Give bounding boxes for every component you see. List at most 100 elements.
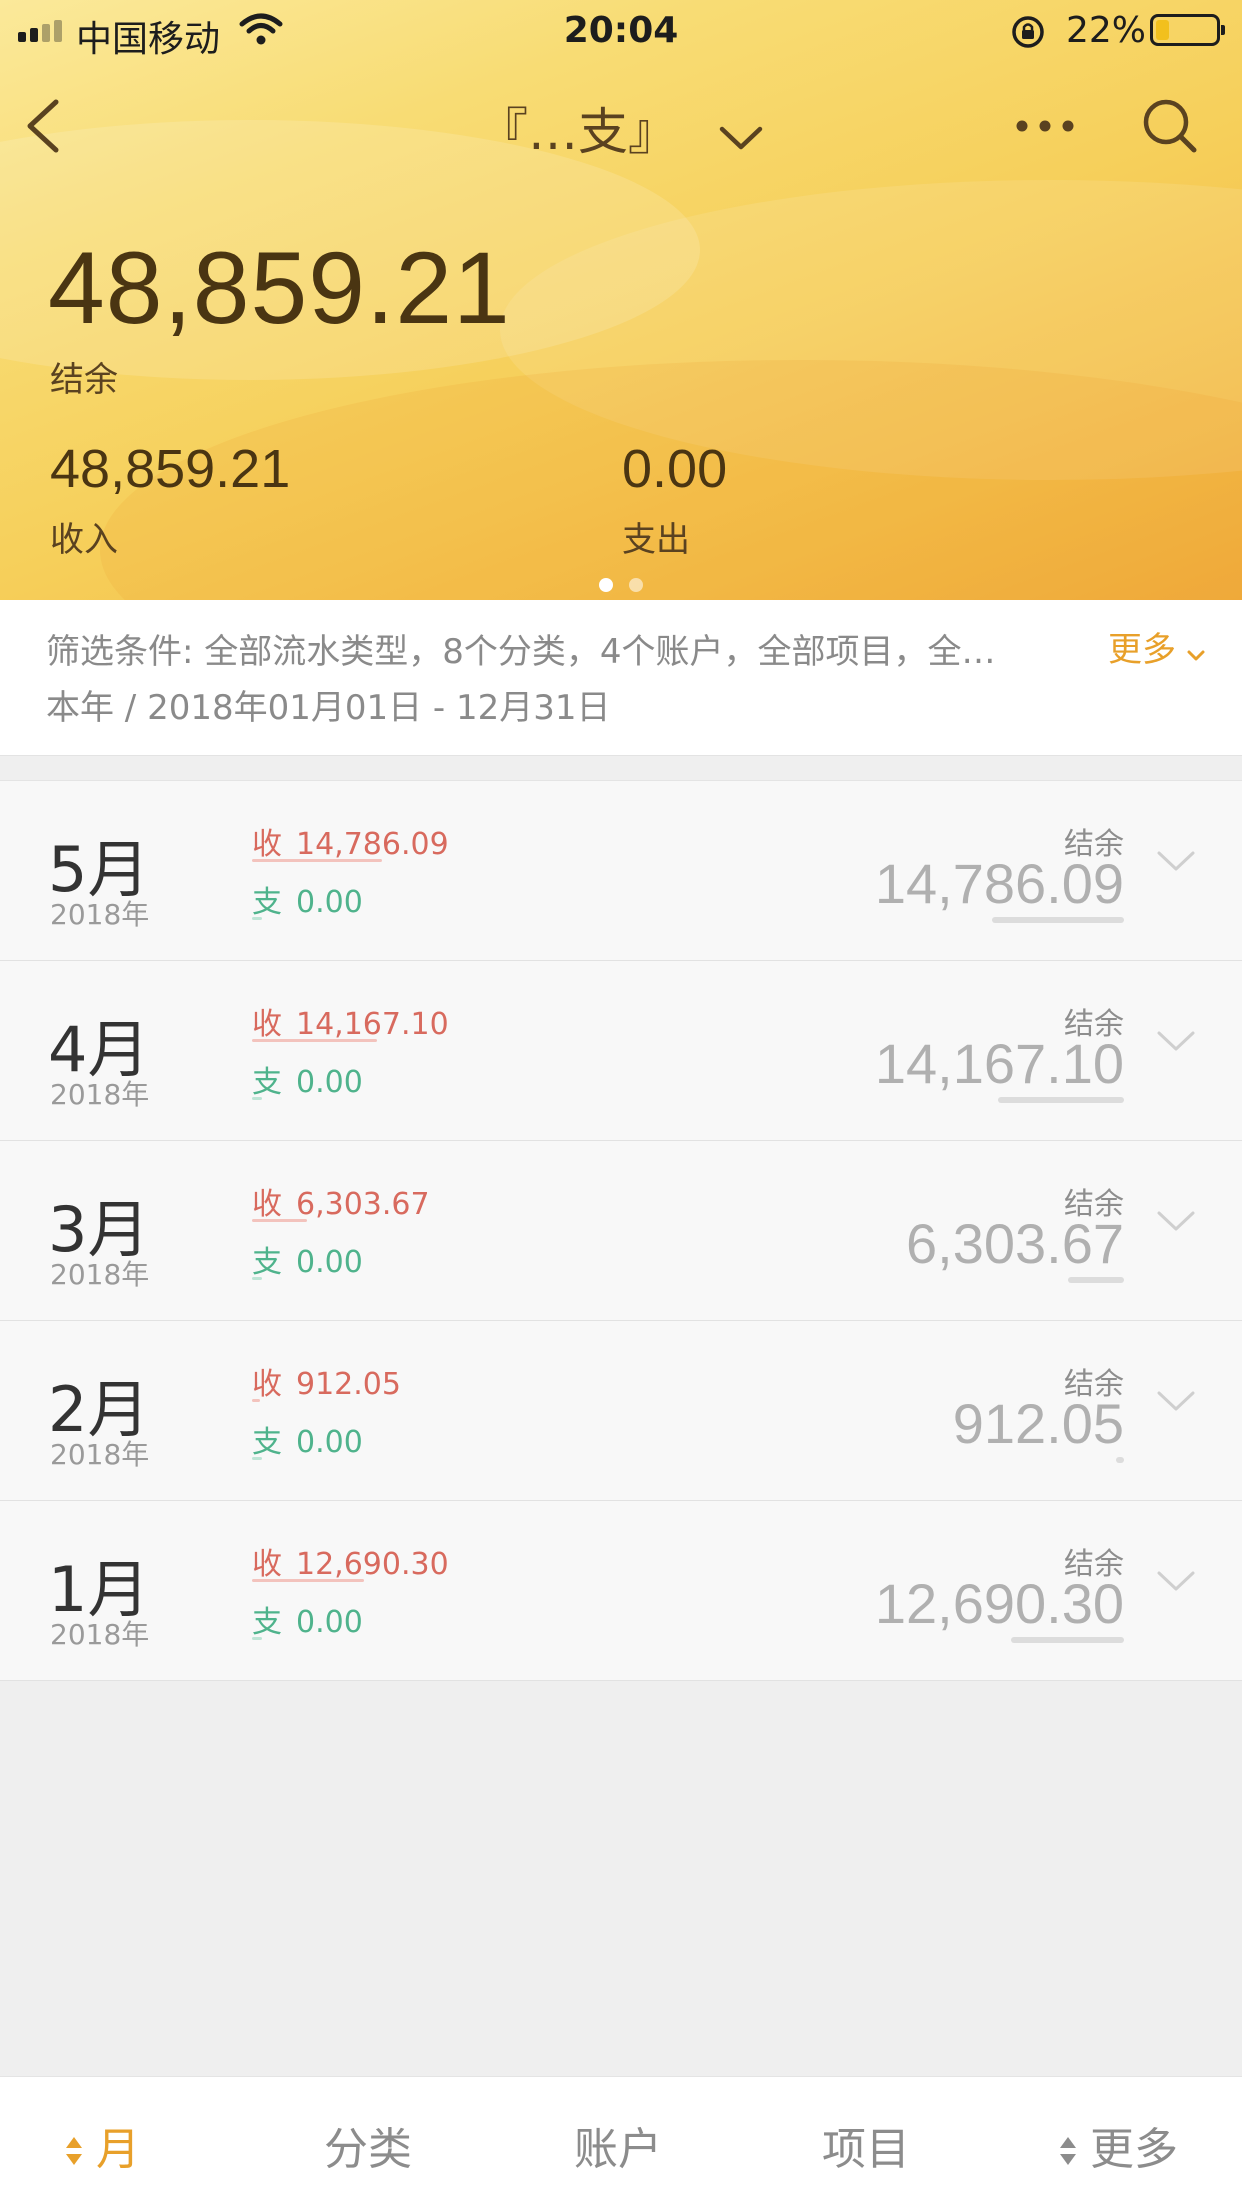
- month-row[interactable]: 3月 2018年收 6,303.67 支 0.00 结余 6,303.67: [0, 1141, 1242, 1321]
- month-expense: 支 0.00: [252, 1597, 363, 1641]
- expense-bar: [252, 917, 262, 920]
- expense-tag: 支: [252, 1425, 282, 1460]
- balance-label: 结余: [50, 360, 118, 400]
- battery-fill: [1156, 20, 1169, 40]
- income-tag: 收: [252, 1367, 282, 1402]
- expense-value: 0.00: [296, 1425, 363, 1460]
- expense-bar: [252, 1097, 262, 1100]
- income-value: 12,690.30: [296, 1547, 449, 1582]
- tab-more[interactable]: 更多: [1058, 2113, 1178, 2178]
- income-amount: 48,859.21: [50, 439, 291, 499]
- filter-more-button[interactable]: 更多: [1108, 622, 1206, 672]
- filter-panel[interactable]: 筛选条件: 全部流水类型，8个分类，4个账户，全部项目，全… 本年 / 2018…: [0, 600, 1242, 756]
- search-icon[interactable]: [1140, 96, 1200, 156]
- month-balance-value: 6,303.67: [906, 1212, 1124, 1275]
- balance-bar: [992, 917, 1124, 923]
- month-expense: 支 0.00: [252, 1057, 363, 1101]
- tab-account[interactable]: 账户: [574, 2113, 662, 2177]
- month-row[interactable]: 2月 2018年收 912.05 支 0.00 结余 912.05: [0, 1321, 1242, 1501]
- income-bar: [252, 1579, 364, 1582]
- expense-value: 0.00: [296, 1065, 363, 1100]
- status-bar: 中国移动 20:04 22%: [0, 0, 1242, 62]
- expense-bar: [252, 1637, 262, 1640]
- expense-value: 0.00: [296, 1245, 363, 1280]
- month-year: 2018年: [50, 1258, 150, 1291]
- income-value: 6,303.67: [296, 1187, 430, 1222]
- month-balance-value: 912.05: [952, 1392, 1124, 1455]
- expense-value: 0.00: [296, 885, 363, 920]
- month-year: 2018年: [50, 1438, 150, 1471]
- expense-bar: [252, 1277, 262, 1280]
- month-balance-value: 14,786.09: [874, 852, 1124, 915]
- balance-bar: [1116, 1457, 1124, 1463]
- month-year: 2018年: [50, 1618, 150, 1651]
- status-time: 20:04: [563, 10, 679, 51]
- rotation-lock-icon: [1010, 14, 1046, 59]
- chevron-down-icon[interactable]: [1156, 1387, 1196, 1417]
- income-tag: 收: [252, 1007, 282, 1042]
- tab-project[interactable]: 项目: [822, 2113, 910, 2177]
- page: 中国移动 20:04 22% 『…支』 48,859.21 结余 48,859.…: [0, 0, 1242, 2208]
- tab-label: 分类: [324, 2124, 412, 2175]
- month-income: 收 912.05: [252, 1359, 401, 1403]
- page-dot[interactable]: [599, 578, 613, 592]
- expense-tag: 支: [252, 1245, 282, 1280]
- page-indicator[interactable]: [0, 578, 1242, 592]
- sort-icon: [64, 2127, 84, 2178]
- expense-value: 0.00: [296, 1605, 363, 1640]
- income-tag: 收: [252, 827, 282, 862]
- balance-bar: [998, 1097, 1124, 1103]
- balance-bar: [1068, 1277, 1124, 1283]
- expense-bar: [252, 1457, 262, 1460]
- tab-month[interactable]: 月: [64, 2113, 140, 2178]
- month-income: 收 6,303.67: [252, 1179, 430, 1223]
- month-income: 收 14,167.10: [252, 999, 449, 1043]
- month-balance-value: 12,690.30: [874, 1572, 1124, 1635]
- month-income: 收 14,786.09: [252, 819, 449, 863]
- expense-tag: 支: [252, 1605, 282, 1640]
- income-bar: [252, 1399, 260, 1402]
- expense-amount: 0.00: [622, 439, 728, 499]
- tab-label: 月: [96, 2124, 140, 2175]
- income-tag: 收: [252, 1187, 282, 1222]
- month-year: 2018年: [50, 898, 150, 931]
- month-row[interactable]: 5月 2018年收 14,786.09 支 0.00 结余 14,786.09: [0, 781, 1242, 961]
- expense-tag: 支: [252, 1065, 282, 1100]
- income-bar: [252, 1219, 307, 1222]
- income-value: 14,167.10: [296, 1007, 449, 1042]
- battery-icon: [1150, 14, 1225, 46]
- filter-more-label: 更多: [1108, 630, 1176, 670]
- more-icon[interactable]: [1010, 106, 1080, 146]
- income-value: 14,786.09: [296, 827, 449, 862]
- income-label: 收入: [50, 520, 118, 560]
- chevron-down-icon[interactable]: [1156, 1207, 1196, 1237]
- month-income: 收 12,690.30: [252, 1539, 449, 1583]
- chevron-down-icon[interactable]: [1156, 847, 1196, 877]
- chevron-down-icon: [1186, 632, 1206, 672]
- tab-label: 更多: [1090, 2124, 1178, 2175]
- page-title: 『…支』: [478, 103, 678, 161]
- chevron-down-icon[interactable]: [1156, 1027, 1196, 1057]
- month-expense: 支 0.00: [252, 1417, 363, 1461]
- summary-header: 中国移动 20:04 22% 『…支』 48,859.21 结余 48,859.…: [0, 0, 1242, 600]
- chevron-down-icon[interactable]: [1156, 1567, 1196, 1597]
- battery-percent: 22%: [1066, 10, 1147, 51]
- balance-amount: 48,859.21: [48, 231, 511, 345]
- chevron-down-icon: [718, 107, 764, 165]
- sort-icon: [1058, 2127, 1078, 2178]
- page-dot[interactable]: [629, 578, 643, 592]
- balance-bar: [1011, 1637, 1124, 1643]
- bottom-tab-bar: 月 分类 账户 项目 更多: [0, 2076, 1242, 2208]
- income-value: 912.05: [296, 1367, 401, 1402]
- income-tag: 收: [252, 1547, 282, 1582]
- filter-date-range: 本年 / 2018年01月01日 - 12月31日: [46, 688, 611, 728]
- month-row[interactable]: 1月 2018年收 12,690.30 支 0.00 结余 12,690.30: [0, 1501, 1242, 1681]
- filter-conditions: 筛选条件: 全部流水类型，8个分类，4个账户，全部项目，全…: [46, 632, 996, 672]
- month-balance-value: 14,167.10: [874, 1032, 1124, 1095]
- month-year: 2018年: [50, 1078, 150, 1111]
- tab-label: 账户: [574, 2124, 662, 2175]
- month-row[interactable]: 4月 2018年收 14,167.10 支 0.00 结余 14,167.10: [0, 961, 1242, 1141]
- month-expense: 支 0.00: [252, 1237, 363, 1281]
- expense-label: 支出: [622, 520, 690, 560]
- tab-category[interactable]: 分类: [324, 2113, 412, 2177]
